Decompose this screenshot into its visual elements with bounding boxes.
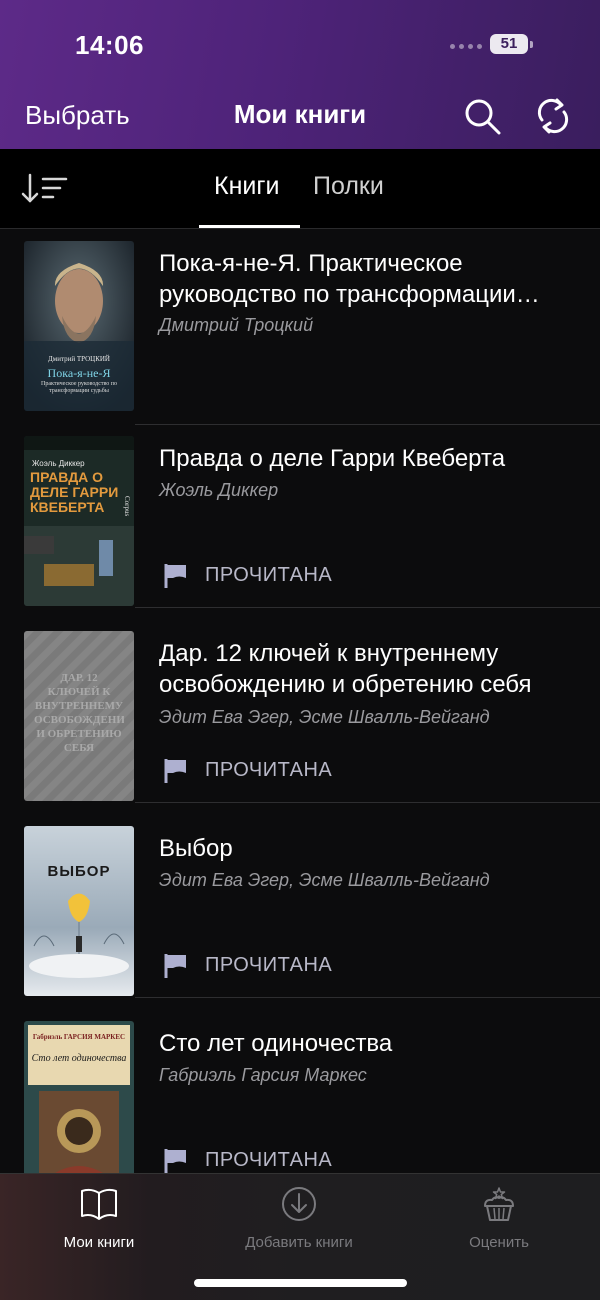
book-author: Эдит Ева Эгер, Эсме Швалль-Вейганд bbox=[159, 870, 490, 890]
cover-title-text: Пока-я-не-Я bbox=[48, 366, 111, 380]
status-label: ПРОЧИТАНА bbox=[205, 758, 333, 781]
tabbar-label: Мои книги bbox=[63, 1234, 135, 1251]
sync-icon[interactable] bbox=[533, 96, 573, 136]
book-row[interactable]: Габриэль ГАРСИЯ МАРКЕС Сто лет одиночест… bbox=[0, 997, 600, 1193]
read-status: ПРОЧИТАНА bbox=[163, 757, 332, 783]
cover-title-text: ВЫБОР bbox=[48, 863, 111, 880]
book-row[interactable]: Жоэль Диккер ПРАВДА О ДЕЛЕ ГАРРИ КВЕБЕРТ… bbox=[0, 412, 600, 608]
book-title: Выбор bbox=[159, 835, 233, 862]
tabbar-my-books[interactable]: Мои книги bbox=[19, 1184, 179, 1251]
book-row[interactable]: ВЫБОР Выбор Эдит Ева Эгер, Эсме Швалль-В… bbox=[0, 802, 600, 998]
book-author: Габриэль Гарсия Маркес bbox=[159, 1065, 367, 1085]
cover-publisher-text: Corpus bbox=[123, 496, 131, 517]
download-icon bbox=[282, 1187, 316, 1221]
book-cover: ДАР. 12 КЛЮЧЕЙ К ВНУТРЕННЕМУ ОСВОБОЖДЕНИ… bbox=[24, 631, 134, 801]
cover-title-text: ДАР. 12 КЛЮЧЕЙ К ВНУТРЕННЕМУ ОСВОБОЖДЕНИ… bbox=[34, 672, 124, 754]
status-label: ПРОЧИТАНА bbox=[205, 563, 333, 586]
battery-icon: 51 bbox=[490, 34, 533, 54]
book-author: Дмитрий Троцкий bbox=[159, 315, 314, 335]
tabbar-rate[interactable]: Оценить bbox=[419, 1184, 579, 1251]
select-button[interactable]: Выбрать bbox=[25, 100, 130, 131]
read-status: ПРОЧИТАНА bbox=[163, 952, 332, 978]
search-icon[interactable] bbox=[462, 96, 502, 136]
status-label: ПРОЧИТАНА bbox=[205, 953, 333, 976]
cover-author-text: Жоэль Диккер bbox=[32, 459, 85, 468]
sort-icon[interactable] bbox=[20, 172, 70, 206]
cover-title-text: ПРАВДА О ДЕЛЕ ГАРРИ КВЕБЕРТА bbox=[30, 470, 119, 515]
book-title: Сто лет одиночества bbox=[159, 1030, 393, 1057]
flag-icon bbox=[164, 564, 186, 588]
book-author: Эдит Ева Эгер, Эсме Швалль-Вейганд bbox=[159, 707, 490, 727]
tabbar-label: Добавить книги bbox=[245, 1234, 353, 1251]
open-book-icon bbox=[81, 1188, 117, 1220]
cover-title-text: Сто лет одиночества bbox=[32, 1053, 127, 1064]
tab-shelves[interactable]: Полки bbox=[313, 172, 384, 201]
header: 14:06 51 Выбрать Мои книги bbox=[0, 0, 600, 149]
book-author: Жоэль Диккер bbox=[159, 480, 279, 500]
active-tab-indicator bbox=[199, 225, 300, 228]
book-cover: ВЫБОР bbox=[24, 826, 134, 996]
flag-icon bbox=[164, 1149, 186, 1173]
book-row[interactable]: ДАР. 12 КЛЮЧЕЙ К ВНУТРЕННЕМУ ОСВОБОЖДЕНИ… bbox=[0, 607, 600, 803]
cupcake-icon bbox=[484, 1187, 514, 1221]
cellular-signal-icon bbox=[450, 44, 482, 49]
status-label: ПРОЧИТАНА bbox=[205, 1148, 333, 1171]
flag-icon bbox=[164, 759, 186, 783]
read-status: ПРОЧИТАНА bbox=[163, 1147, 332, 1173]
flag-icon bbox=[164, 954, 186, 978]
tabbar-label: Оценить bbox=[469, 1234, 529, 1251]
book-cover: Габриэль ГАРСИЯ МАРКЕС Сто лет одиночест… bbox=[24, 1021, 134, 1191]
home-indicator[interactable] bbox=[194, 1279, 407, 1287]
book-row[interactable]: Дмитрий ТРОЦКИЙ Пока-я-не-Я Практическое… bbox=[0, 229, 600, 425]
book-cover: Дмитрий ТРОЦКИЙ Пока-я-не-Я Практическое… bbox=[24, 241, 134, 411]
cover-author-text: Дмитрий ТРОЦКИЙ bbox=[48, 355, 110, 363]
book-title: Пока-я-не-Я. Практическое руководство по… bbox=[159, 250, 516, 308]
tab-books[interactable]: Книги bbox=[214, 172, 279, 201]
read-status: ПРОЧИТАНА bbox=[163, 562, 332, 588]
tabbar-add-books[interactable]: Добавить книги bbox=[219, 1184, 379, 1251]
tabs-bar bbox=[0, 149, 600, 229]
cover-author-text: Габриэль ГАРСИЯ МАРКЕС bbox=[33, 1033, 125, 1041]
book-title: Дар. 12 ключей к внутреннему освобождени… bbox=[159, 640, 532, 698]
cover-subtitle-text: Практическое руководство по трансформаци… bbox=[41, 381, 117, 394]
book-cover: Жоэль Диккер ПРАВДА О ДЕЛЕ ГАРРИ КВЕБЕРТ… bbox=[24, 436, 134, 606]
status-time: 14:06 bbox=[75, 30, 144, 60]
book-title: Правда о деле Гарри Квеберта bbox=[159, 445, 506, 472]
